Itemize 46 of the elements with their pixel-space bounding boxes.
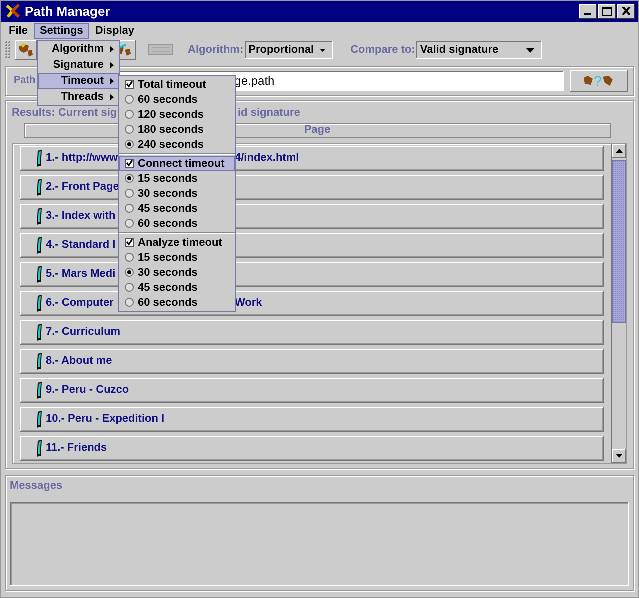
window-title: Path Manager (25, 4, 112, 19)
page-title: 8.- About me (46, 355, 112, 368)
results-label: id signature (238, 106, 302, 119)
menu-item[interactable]: 45 seconds (119, 201, 235, 216)
page-title: 1.- http://www (46, 152, 118, 164)
page-title: 5.- Mars Medi (46, 268, 116, 280)
page-title: 10.- Peru - Expedition I (46, 413, 165, 426)
menu-item[interactable]: 120 seconds (119, 107, 235, 122)
menu-item[interactable]: 240 seconds (119, 137, 235, 152)
page-row[interactable]: 9.- Peru - Cuzco (20, 378, 604, 403)
page-row[interactable]: 11.- Friends (20, 436, 604, 461)
page-title: 2.- Front Page (46, 181, 120, 194)
algorithm-label: Algorithm: (188, 44, 244, 56)
page-title: 3.- Index with (46, 210, 116, 222)
path-label: Path (14, 75, 36, 86)
menu-item[interactable]: 60 seconds (119, 216, 235, 231)
menu-item[interactable]: Settings (34, 22, 90, 39)
page-title: 11.- Friends (46, 442, 108, 454)
page-title: 4/index.html (235, 152, 300, 164)
menu-item[interactable]: Total timeout (119, 77, 235, 92)
menu-item[interactable]: 180 seconds (119, 122, 235, 137)
menu-item[interactable]: Analyze timeout (119, 235, 235, 250)
page-title: 6.- Computer (46, 297, 114, 310)
compare-dropdown[interactable]: Valid signature (416, 41, 542, 60)
menu-item[interactable]: 60 seconds (119, 92, 235, 107)
menu-item[interactable]: Display (89, 22, 140, 39)
menu-item[interactable]: Algorithm (38, 41, 119, 57)
menu-item[interactable]: Threads (38, 89, 119, 105)
menu-item[interactable]: 30 seconds (119, 265, 235, 280)
menu-item[interactable]: Connect timeout (119, 156, 235, 171)
page-row[interactable]: 10.- Peru - Expedition I (20, 406, 604, 432)
page-title: Work (235, 297, 262, 310)
menu-item[interactable]: Timeout (38, 73, 119, 89)
menu-item[interactable]: File (3, 22, 34, 39)
page-title: 4.- Standard I (46, 239, 116, 252)
page-row[interactable]: 7.- Curriculum (20, 320, 604, 345)
menu-item[interactable]: 30 seconds (119, 186, 235, 201)
page-title: 9.- Peru - Cuzco (46, 384, 130, 396)
messages-label: Messages (10, 480, 64, 494)
menu-item[interactable]: 60 seconds (119, 295, 235, 310)
results-label: Results: Current sig (12, 106, 118, 119)
page-title: 7.- Curriculum (46, 326, 121, 338)
page-row[interactable]: 8.- About me (20, 348, 604, 374)
menu-item[interactable]: Signature (38, 57, 119, 73)
algorithm-dropdown[interactable]: Proportional (244, 41, 333, 60)
compare-label: Compare to: (350, 44, 416, 56)
